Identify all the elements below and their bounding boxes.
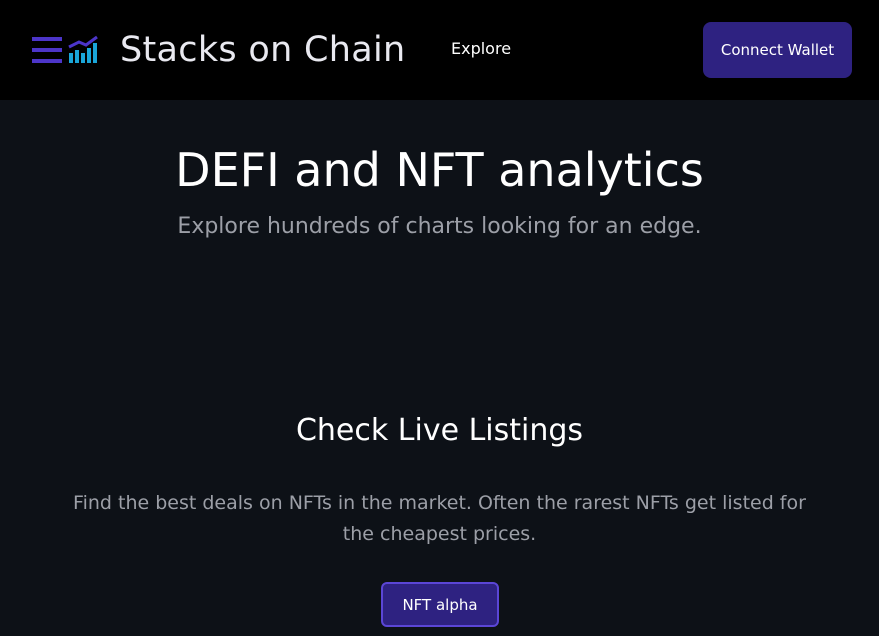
connect-wallet-button[interactable]: Connect Wallet — [703, 22, 852, 78]
nav-explore-link[interactable]: Explore — [451, 38, 511, 60]
hero-subtitle: Explore hundreds of charts looking for a… — [177, 214, 702, 239]
hero-title: DEFI and NFT analytics — [175, 143, 704, 197]
live-listings-title: Check Live Listings — [295, 413, 584, 448]
brand-name[interactable]: Stacks on Chain — [120, 27, 405, 73]
menu-chart-icon[interactable] — [32, 34, 100, 66]
nft-alpha-button[interactable]: NFT alpha — [381, 582, 499, 627]
top-header: Stacks on Chain Explore Connect Wallet — [0, 0, 879, 100]
live-listings-description: Find the best deals on NFTs in the marke… — [73, 492, 806, 545]
